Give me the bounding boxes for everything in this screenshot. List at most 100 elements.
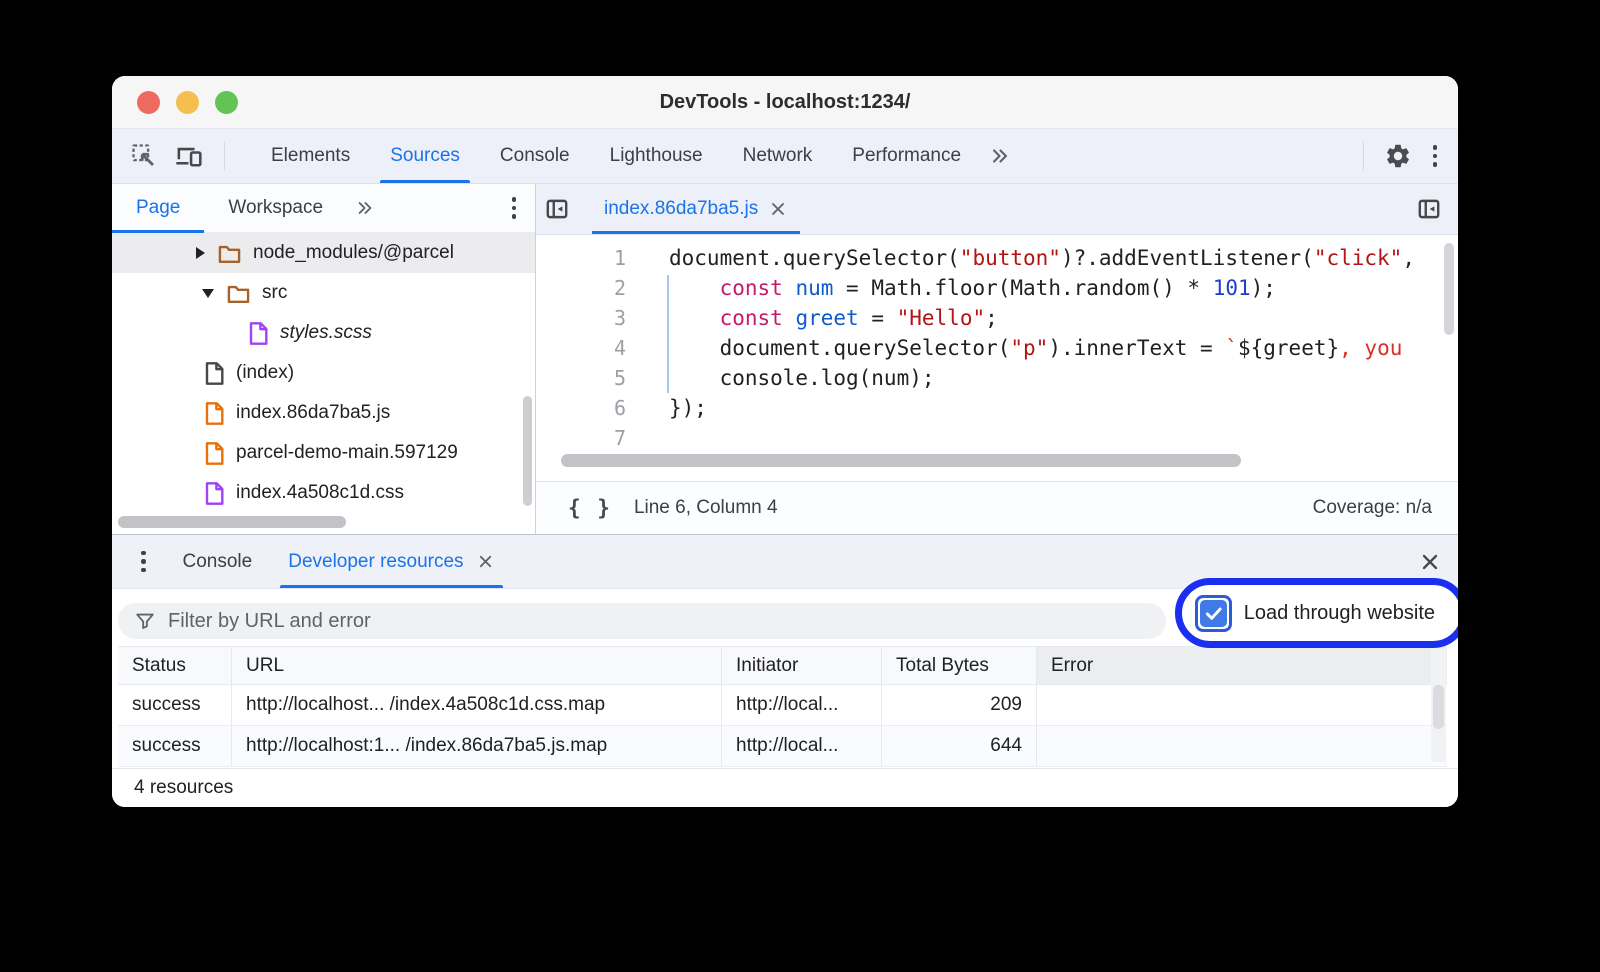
title-bar: DevTools - localhost:1234/ [112, 76, 1458, 129]
toolbar-tab-console[interactable]: Console [480, 129, 590, 183]
code-line-6: 6}); [536, 393, 1458, 423]
close-window-button[interactable] [137, 91, 160, 114]
toolbar-tab-lighthouse[interactable]: Lighthouse [590, 129, 723, 183]
cell-status: success [118, 726, 232, 766]
tree-item-parcel-demo-main-597129[interactable]: parcel-demo-main.597129 [112, 433, 535, 473]
code-area[interactable]: 1document.querySelector("button")?.addEv… [536, 235, 1458, 481]
drawer-menu-icon[interactable] [136, 546, 151, 578]
disclosure-collapsed-icon[interactable] [196, 247, 205, 259]
column-header-total-bytes[interactable]: Total Bytes [882, 647, 1037, 684]
close-tab-icon[interactable] [476, 552, 495, 571]
drawer-tab-console[interactable]: Console [165, 535, 271, 588]
editor-vertical-scrollbar[interactable] [1444, 243, 1454, 335]
show-debugger-sidebar-icon[interactable] [1408, 196, 1450, 222]
pretty-print-icon[interactable]: { } [568, 496, 612, 520]
line-number: 1 [536, 243, 626, 273]
cell-total-bytes: 209 [882, 685, 1037, 725]
code-text: document.querySelector("button")?.addEve… [626, 243, 1415, 273]
hide-navigator-icon[interactable] [536, 196, 578, 222]
tree-item-src[interactable]: src [112, 273, 535, 313]
drawer-tab-developer-resources[interactable]: Developer resources [270, 535, 512, 588]
table-header: StatusURLInitiatorTotal BytesError [118, 646, 1447, 685]
code-line-2: 2 const num = Math.floor(Math.random() *… [536, 273, 1458, 303]
folder-icon [226, 282, 251, 305]
zoom-window-button[interactable] [215, 91, 238, 114]
settings-gear-icon[interactable] [1384, 142, 1412, 170]
sidebar-horizontal-scrollbar[interactable] [118, 516, 346, 528]
editor-horizontal-scrollbar[interactable] [561, 454, 1241, 467]
devtools-toolbar: ElementsSourcesConsoleLighthouseNetworkP… [112, 129, 1458, 184]
line-number: 5 [536, 363, 626, 393]
code-line-5: 5 console.log(num); [536, 363, 1458, 393]
column-header-error[interactable]: Error [1037, 647, 1447, 684]
table-scrollbar-thumb[interactable] [1433, 685, 1444, 729]
window-title: DevTools - localhost:1234/ [112, 91, 1458, 114]
filter-funnel-icon [134, 610, 156, 632]
tree-item-label: (index) [236, 362, 294, 384]
file-icon [204, 361, 225, 386]
editor-tab-label: index.86da7ba5.js [604, 198, 758, 220]
filter-input[interactable]: Filter by URL and error [118, 603, 1166, 639]
tree-item-index-86da7ba5-js[interactable]: index.86da7ba5.js [112, 393, 535, 433]
file-tree: node_modules/@parcelsrc styles.scss (index… [112, 233, 535, 534]
column-header-status[interactable]: Status [118, 647, 232, 684]
navigator-menu-icon[interactable] [507, 192, 522, 224]
close-drawer-icon[interactable] [1418, 550, 1442, 574]
code-text: const greet = "Hello"; [626, 303, 998, 333]
code-text: console.log(num); [626, 363, 935, 393]
column-header-initiator[interactable]: Initiator [722, 647, 882, 684]
close-tab-icon[interactable] [768, 199, 788, 219]
tree-item-label: parcel-demo-main.597129 [236, 442, 458, 464]
editor-status-bar: { } Line 6, Column 4 Coverage: n/a [536, 481, 1458, 534]
device-toolbar-icon[interactable] [174, 142, 204, 170]
tree-item-label: styles.scss [280, 322, 372, 344]
more-panels-icon[interactable] [981, 145, 1019, 167]
tree-item-styles-scss[interactable]: styles.scss [112, 313, 535, 353]
more-navigator-tabs-icon[interactable] [347, 198, 383, 218]
toolbar-tab-network[interactable]: Network [723, 129, 833, 183]
code-line-4: 4 document.querySelector("p").innerText … [536, 333, 1458, 363]
cell-total-bytes: 644 [882, 726, 1037, 766]
line-number: 2 [536, 273, 626, 303]
load-through-website-highlight: Load through website [1175, 578, 1458, 648]
sidebar-vertical-scrollbar[interactable] [523, 396, 532, 506]
code-text: const num = Math.floor(Math.random() * 1… [626, 273, 1276, 303]
cell-initiator: http://local... [722, 726, 882, 766]
toolbar-tab-sources[interactable]: Sources [370, 129, 480, 183]
navigator-tab-page[interactable]: Page [112, 184, 204, 232]
minimize-window-button[interactable] [176, 91, 199, 114]
checkbox-focus-ring [1195, 595, 1232, 632]
tree-item-label: node_modules/@parcel [253, 242, 454, 264]
toolbar-tab-performance[interactable]: Performance [832, 129, 981, 183]
toolbar-tab-elements[interactable]: Elements [251, 129, 370, 183]
tree-item-index-4a508c1d-css[interactable]: index.4a508c1d.css [112, 473, 535, 513]
navigator-tab-workspace[interactable]: Workspace [204, 184, 347, 232]
disclosure-expanded-icon[interactable] [202, 289, 214, 298]
code-text: document.querySelector("p").innerText = … [626, 333, 1402, 363]
code-text: }); [626, 393, 707, 423]
tree-item-node-modules-parcel[interactable]: node_modules/@parcel [112, 233, 535, 273]
cursor-position: Line 6, Column 4 [634, 497, 778, 519]
table-row[interactable]: successhttp://localhost... /index.4a508c… [118, 685, 1447, 726]
line-number: 3 [536, 303, 626, 333]
cell-error [1037, 726, 1447, 766]
indent-guide [667, 275, 669, 393]
drawer-tab-label: Developer resources [288, 551, 463, 573]
toolbar-divider [224, 141, 225, 171]
resource-count: 4 resources [112, 768, 1458, 807]
toolbar-divider [1363, 141, 1364, 171]
customize-devtools-icon[interactable] [1428, 140, 1443, 172]
file-icon [248, 321, 269, 346]
inspect-element-icon[interactable] [130, 142, 158, 170]
cell-url: http://localhost... /index.4a508c1d.css.… [232, 685, 722, 725]
editor-tab[interactable]: index.86da7ba5.js [592, 184, 800, 234]
column-header-url[interactable]: URL [232, 647, 722, 684]
traffic-lights [137, 91, 238, 114]
table-row[interactable]: successhttp://localhost:1... /index.86da… [118, 726, 1447, 767]
filter-placeholder: Filter by URL and error [168, 610, 371, 633]
checkbox-label: Load through website [1244, 602, 1435, 625]
line-number: 6 [536, 393, 626, 423]
tree-item-index[interactable]: (index) [112, 353, 535, 393]
drawer: Console Developer resources Filter by URL… [112, 534, 1458, 807]
load-through-website-checkbox[interactable] [1200, 600, 1227, 627]
